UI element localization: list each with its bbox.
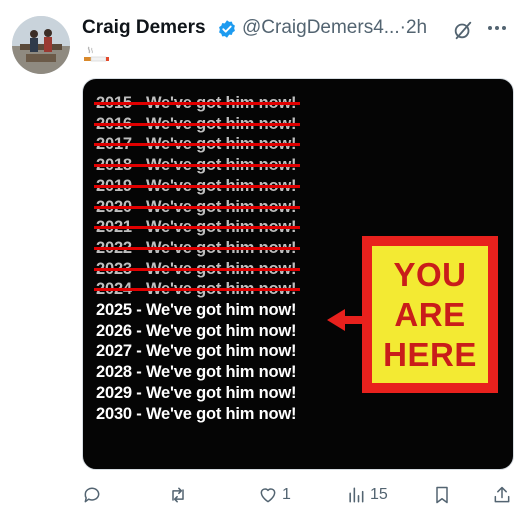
year-line-text: 2027 - We've got him now! [96, 342, 297, 361]
past-year-line: 2016 - We've got him now! [94, 114, 301, 134]
author-name[interactable]: Craig Demers [82, 17, 206, 39]
past-year-line: 2023 - We've got him now! [94, 259, 301, 279]
sign-line-3: HERE [383, 335, 477, 373]
like-icon [260, 488, 276, 503]
verified-badge-icon [219, 20, 235, 38]
past-year-line: 2020 - We've got him now! [94, 197, 301, 217]
past-year-line: 2021 - We've got him now! [94, 217, 301, 237]
past-year-line: 2015 - We've got him now! [94, 93, 301, 113]
past-year-line: 2018 - We've got him now! [94, 155, 301, 175]
strikethrough-line [94, 164, 301, 168]
strikethrough-line [94, 226, 301, 230]
year-line-text: 2028 - We've got him now! [96, 363, 297, 382]
future-year-line: 2028 - We've got him now! [96, 362, 297, 382]
past-year-line: 2024 - We've got him now! [94, 279, 301, 299]
tweet-header: Craig Demers @CraigDemers4...·2h [82, 14, 514, 44]
views-icon [349, 487, 364, 503]
cigarette-emoji-icon [84, 46, 109, 62]
sign-line-1: YOU [393, 255, 467, 293]
author-handle[interactable]: @CraigDemers4... [242, 17, 400, 38]
past-year-line: 2019 - We've got him now! [94, 176, 301, 196]
year-line-text: 2026 - We've got him now! [96, 321, 297, 340]
views-count: 15 [370, 486, 388, 503]
strikethrough-line [94, 122, 301, 126]
views-button[interactable]: 15 [346, 482, 388, 508]
future-year-line: 2030 - We've got him now! [96, 404, 297, 424]
tweet-text: 🚬 [82, 46, 122, 68]
year-line-text: 2029 - We've got him now! [96, 383, 297, 402]
grok-icon[interactable] [452, 19, 474, 41]
strikethrough-line [94, 246, 301, 250]
year-line-text: 2030 - We've got him now! [96, 404, 297, 423]
strikethrough-line [94, 267, 301, 271]
future-year-line: 2029 - We've got him now! [96, 383, 297, 403]
past-year-line: 2017 - We've got him now! [94, 134, 301, 154]
you-are-here-sign: YOU ARE HERE [362, 236, 498, 393]
like-count: 1 [282, 486, 291, 503]
timestamp[interactable]: 2h [406, 17, 427, 38]
more-icon[interactable] [484, 18, 510, 38]
reply-icon [84, 487, 100, 503]
strikethrough-line [94, 102, 301, 105]
reply-button[interactable] [82, 482, 106, 508]
action-bar: 1 15 [82, 482, 514, 508]
tweet-image[interactable]: 2015 - We've got him now! 2016 - We've go… [82, 78, 514, 470]
bookmark-icon [436, 486, 448, 504]
strikethrough-line [94, 143, 301, 147]
share-button[interactable] [492, 482, 512, 508]
strikethrough-line [94, 288, 301, 292]
future-year-line: 2027 - We've got him now! [96, 341, 297, 361]
future-year-line: 2026 - We've got him now! [96, 321, 297, 341]
strikethrough-line [94, 184, 301, 188]
past-year-line: 2022 - We've got him now! [94, 238, 301, 258]
retweet-icon [172, 487, 184, 503]
year-line-text: 2025 - We've got him now! [96, 301, 297, 319]
sign-panel: YOU ARE HERE [372, 246, 488, 383]
author-handle-time[interactable]: @CraigDemers4...·2h [242, 17, 427, 39]
bookmark-button[interactable] [432, 482, 452, 508]
retweet-button[interactable] [168, 482, 192, 508]
share-icon [494, 486, 510, 503]
future-year-line: 2025 - We've got him now! [96, 300, 297, 320]
strikethrough-line [94, 205, 301, 209]
like-button[interactable]: 1 [258, 482, 291, 508]
avatar[interactable] [12, 16, 70, 74]
sign-line-2: ARE [394, 295, 466, 333]
